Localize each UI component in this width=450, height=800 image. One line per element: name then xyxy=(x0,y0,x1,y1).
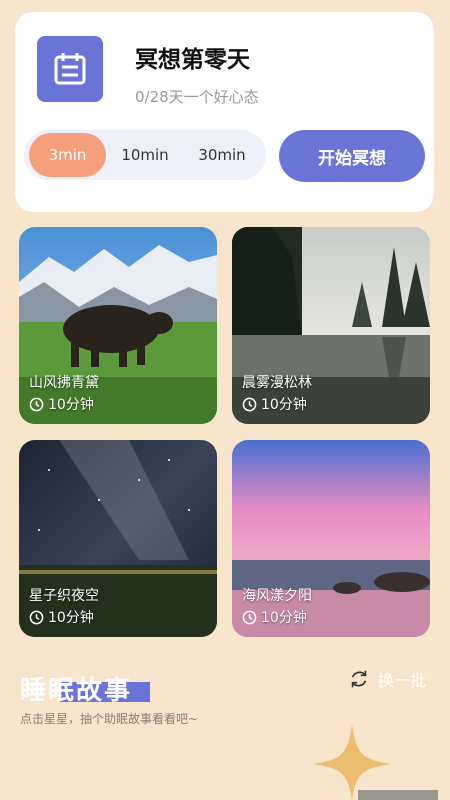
calendar-icon xyxy=(37,36,103,102)
star-icon[interactable] xyxy=(312,724,392,800)
meditation-card: 冥想第零天 0/28天一个好心态 3min 10min 30min 开始冥想 xyxy=(15,12,434,212)
refresh-icon xyxy=(351,670,367,688)
tile-duration-label: 10分钟 xyxy=(261,397,307,413)
refresh-label: 换一批 xyxy=(378,671,427,690)
clock-icon xyxy=(242,397,257,411)
duration-30min-option[interactable]: 30min xyxy=(184,133,260,177)
meditation-tile-mountain[interactable]: 山风拂青黛 10分钟 xyxy=(19,227,217,424)
progress-subtitle: 0/28天一个好心态 xyxy=(135,88,259,106)
tile-duration: 10分钟 xyxy=(29,394,94,414)
tile-duration-label: 10分钟 xyxy=(261,610,307,626)
sleep-stories-hint: 点击星星，抽个助眠故事看看吧~ xyxy=(20,712,199,726)
clock-icon xyxy=(29,610,44,624)
tile-title: 山风拂青黛 xyxy=(29,375,99,391)
refresh-button[interactable]: 换一批 xyxy=(348,667,426,691)
meditation-tile-night-sky[interactable]: 星子织夜空 10分钟 xyxy=(19,440,217,637)
meditation-tile-sunset[interactable]: 海风漾夕阳 10分钟 xyxy=(232,440,430,637)
duration-3min-option[interactable]: 3min xyxy=(29,133,106,177)
tile-title: 海风漾夕阳 xyxy=(242,588,312,604)
clock-icon xyxy=(242,610,257,624)
duration-10min-option[interactable]: 10min xyxy=(112,133,178,177)
sleep-stories-title: 睡眠故事 xyxy=(20,676,133,706)
tile-duration-label: 10分钟 xyxy=(48,610,94,626)
tile-duration: 10分钟 xyxy=(242,394,307,414)
bottom-overlay xyxy=(358,790,438,800)
tile-title: 晨雾漫松林 xyxy=(242,375,312,391)
duration-selector: 3min 10min 30min xyxy=(24,130,266,180)
tile-duration: 10分钟 xyxy=(242,607,307,627)
start-meditation-button[interactable]: 开始冥想 xyxy=(279,130,425,182)
meditation-tile-pines[interactable]: 晨雾漫松林 10分钟 xyxy=(232,227,430,424)
tile-duration-label: 10分钟 xyxy=(48,397,94,413)
tile-title: 星子织夜空 xyxy=(29,588,99,604)
clock-icon xyxy=(29,397,44,411)
page-title: 冥想第零天 xyxy=(135,47,250,73)
tile-duration: 10分钟 xyxy=(29,607,94,627)
